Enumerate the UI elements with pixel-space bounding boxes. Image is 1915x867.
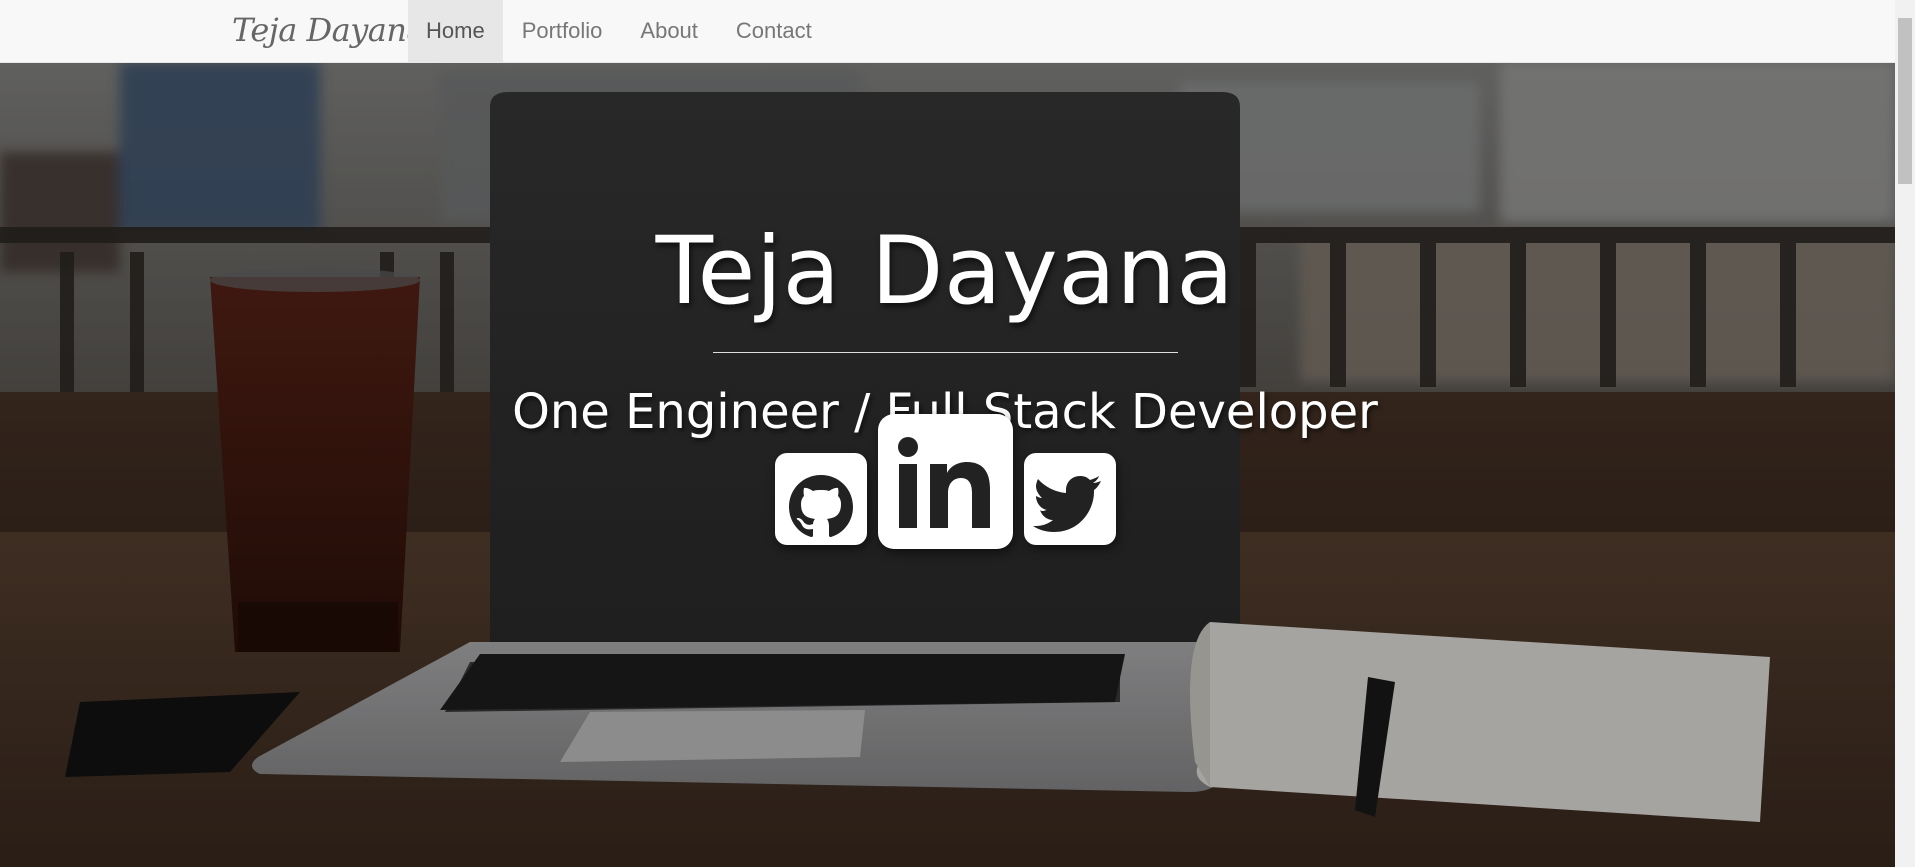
twitter-icon — [1033, 476, 1101, 532]
navbar: Teja Dayana Home Portfolio About Contact — [0, 0, 1895, 63]
page-scrollbar[interactable] — [1895, 0, 1915, 867]
brand-logo[interactable]: Teja Dayana — [232, 9, 426, 51]
scrollbar-thumb[interactable] — [1898, 18, 1912, 184]
twitter-link[interactable] — [1024, 453, 1116, 545]
nav-item-home[interactable]: Home — [408, 0, 503, 62]
nav-item-portfolio[interactable]: Portfolio — [503, 0, 622, 62]
hero-title: Teja Dayana — [655, 217, 1235, 326]
github-link[interactable] — [775, 453, 867, 545]
nav-item-about[interactable]: About — [621, 0, 717, 62]
linkedin-icon — [898, 437, 990, 528]
nav-item-contact[interactable]: Contact — [717, 0, 831, 62]
github-icon — [789, 475, 853, 537]
nav-menu: Home Portfolio About Contact — [408, 0, 831, 62]
hero-divider — [713, 352, 1178, 353]
linkedin-link[interactable] — [878, 414, 1013, 549]
